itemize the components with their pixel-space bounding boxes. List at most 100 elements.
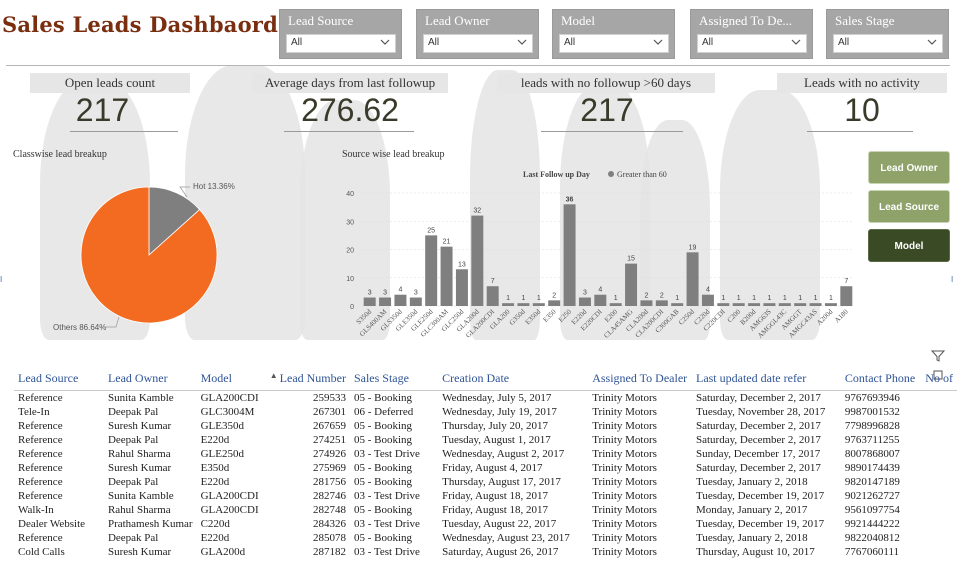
table-cell: Thursday, August 17, 2017 [442, 475, 561, 488]
chevron-down-icon [927, 39, 937, 45]
table-cell: Prathamesh Kumar [107, 517, 193, 530]
table-cell: Deepak Pal [107, 405, 159, 418]
kpi-value: 10 [844, 92, 880, 128]
column-header-model[interactable]: Model [196, 368, 266, 391]
filter-sales-stage[interactable]: Sales Stage All [826, 9, 949, 59]
filter-lead-source[interactable]: Lead Source All [279, 9, 402, 59]
bar-value-label: 1 [737, 295, 741, 302]
table-cell: Thursday, August 10, 2017 [695, 545, 815, 558]
bar-value-label: 36 [566, 196, 574, 203]
table-cell: 287182 [312, 545, 346, 558]
table-row[interactable]: Reference Sunita Kamble GLA200CDI 259533 05 … [14, 390, 957, 405]
chevron-down-icon [380, 39, 390, 45]
lead-source-dropdown[interactable]: All [286, 34, 396, 53]
dropdown-value: All [838, 37, 850, 48]
bar-value-label: 3 [368, 290, 372, 297]
table-row[interactable]: Reference Deepak Pal E220d 274251 05 - Booki… [14, 433, 957, 447]
bar-e350 [548, 300, 561, 306]
table-row[interactable]: Reference Sunita Kamble GLA200CDI 282746 03 … [14, 489, 957, 503]
bar-value-label: 4 [398, 287, 402, 294]
table-cell: Saturday, December 2, 2017 [695, 433, 821, 446]
bar-value-label: 3 [583, 290, 587, 297]
table-cell: 9921444222 [844, 517, 900, 530]
model-dropdown[interactable]: All [559, 34, 669, 53]
column-header-lead-source[interactable]: Lead Source [14, 368, 104, 391]
assigned-to-dealer-dropdown[interactable]: All [697, 34, 807, 53]
bar-amgc43as [809, 303, 822, 306]
column-header-label: Last updated date refer [695, 371, 807, 386]
table-cell: 285078 [312, 531, 346, 544]
table-row[interactable]: Dealer Website Prathamesh Kumar C220d 28432… [14, 517, 957, 531]
table-cell: Saturday, December 2, 2017 [695, 461, 821, 474]
table-cell: 05 - Booking [353, 475, 413, 488]
table-row[interactable]: Reference Suresh Kumar E350d 275969 05 - Boo… [14, 461, 957, 475]
sales-stage-dropdown[interactable]: All [833, 34, 943, 53]
bar-e200 [609, 303, 622, 306]
kpi-label: leads with no followup >60 days [497, 73, 715, 93]
column-header-contact-phone[interactable]: Contact Phone [840, 368, 922, 391]
legend-title: Last Follow up Day [523, 170, 590, 179]
table-cell: Wednesday, August 23, 2017 [442, 531, 570, 544]
table-row[interactable]: Tele-In Deepak Pal GLC3004M 267301 06 - Defe… [14, 405, 957, 419]
table-row[interactable]: Walk-In Rahul Sharma GLA200CDI 282748 05 - B… [14, 503, 957, 517]
column-header-sales-stage[interactable]: Sales Stage [349, 368, 439, 391]
column-header-lead-owner[interactable]: Lead Owner [103, 368, 197, 391]
column-header-last-updated-date-refer[interactable]: Last updated date refer [691, 368, 841, 391]
table-cell: Suresh Kumar [107, 461, 172, 474]
bar-value-label: 1 [537, 295, 541, 302]
bar-value-label: 1 [767, 295, 771, 302]
table-row[interactable]: Reference Deepak Pal E220d 281756 05 - Booki… [14, 475, 957, 489]
table-cell: Reference [18, 433, 63, 446]
kpi-label: Open leads count [30, 73, 190, 93]
table-row[interactable]: Reference Deepak Pal E220d 285078 05 - Booki… [14, 531, 957, 545]
filter-model[interactable]: Model All [552, 9, 675, 59]
lead-source-button[interactable]: Lead Source [868, 190, 950, 223]
model-button[interactable]: Model [868, 229, 950, 262]
lead-owner-button[interactable]: Lead Owner [868, 151, 950, 184]
bar-gle250d [425, 235, 438, 306]
column-header-no-of[interactable]: No of [921, 368, 957, 391]
table-row[interactable]: Cold Calls Suresh Kumar GLA200d 287182 03 - … [14, 545, 957, 559]
table-cell: Trinity Motors [592, 433, 657, 446]
table-row[interactable]: Reference Suresh Kumar GLE350d 267659 05 - B… [14, 419, 957, 433]
bar-a200d [824, 303, 837, 306]
y-tick-label: 30 [346, 219, 354, 226]
y-tick-label: 20 [346, 248, 354, 255]
filter-assigned-to-dealer[interactable]: Assigned To De... All [690, 9, 813, 59]
table-cell [921, 475, 957, 489]
bar-value-label: 1 [814, 295, 818, 302]
table-cell: 7798996828 [844, 419, 900, 432]
table-cell: 259533 [312, 391, 346, 404]
table-cell: Friday, August 18, 2017 [442, 489, 549, 502]
bar-e220d [578, 297, 591, 306]
table-cell: E220d [200, 433, 230, 446]
table-cell [921, 447, 957, 461]
table-cell: 7767060111 [844, 545, 900, 558]
kpi-label: Average days from last followup [252, 73, 448, 93]
column-header-lead-number[interactable]: ▲ Lead Number [265, 368, 350, 391]
right-edge-marker: I [951, 275, 954, 284]
table-cell: 03 - Test Drive [353, 447, 420, 460]
lead-owner-dropdown[interactable]: All [423, 34, 533, 53]
column-header-creation-date[interactable]: Creation Date [438, 368, 589, 391]
column-header-assigned-to-dealer[interactable]: Assigned To Dealer [588, 368, 692, 391]
table-cell: 284326 [312, 517, 346, 530]
bar-s350d [363, 297, 376, 306]
table-cell: Trinity Motors [592, 475, 657, 488]
filter-icon[interactable] [930, 349, 946, 363]
table-cell: Reference [18, 447, 63, 460]
filter-lead-owner[interactable]: Lead Owner All [416, 9, 539, 59]
kpi-no-followup: leads with no followup >60 days 217 [497, 73, 715, 133]
table-cell: 03 - Test Drive [353, 545, 420, 558]
column-header-label: Contact Phone [844, 371, 916, 386]
bar-value-label: 1 [675, 295, 679, 302]
x-tick-label: A200d [815, 307, 834, 326]
table-cell: 9561097754 [844, 503, 900, 516]
table-cell: 9890174439 [844, 461, 900, 474]
table-cell: Reference [18, 489, 63, 502]
table-cell: 05 - Booking [353, 461, 413, 474]
table-cell [921, 517, 957, 531]
table-row[interactable]: Reference Rahul Sharma GLE250d 274926 03 - T… [14, 447, 957, 461]
table-cell: 267659 [312, 419, 346, 432]
bar-value-label: 25 [427, 227, 435, 234]
